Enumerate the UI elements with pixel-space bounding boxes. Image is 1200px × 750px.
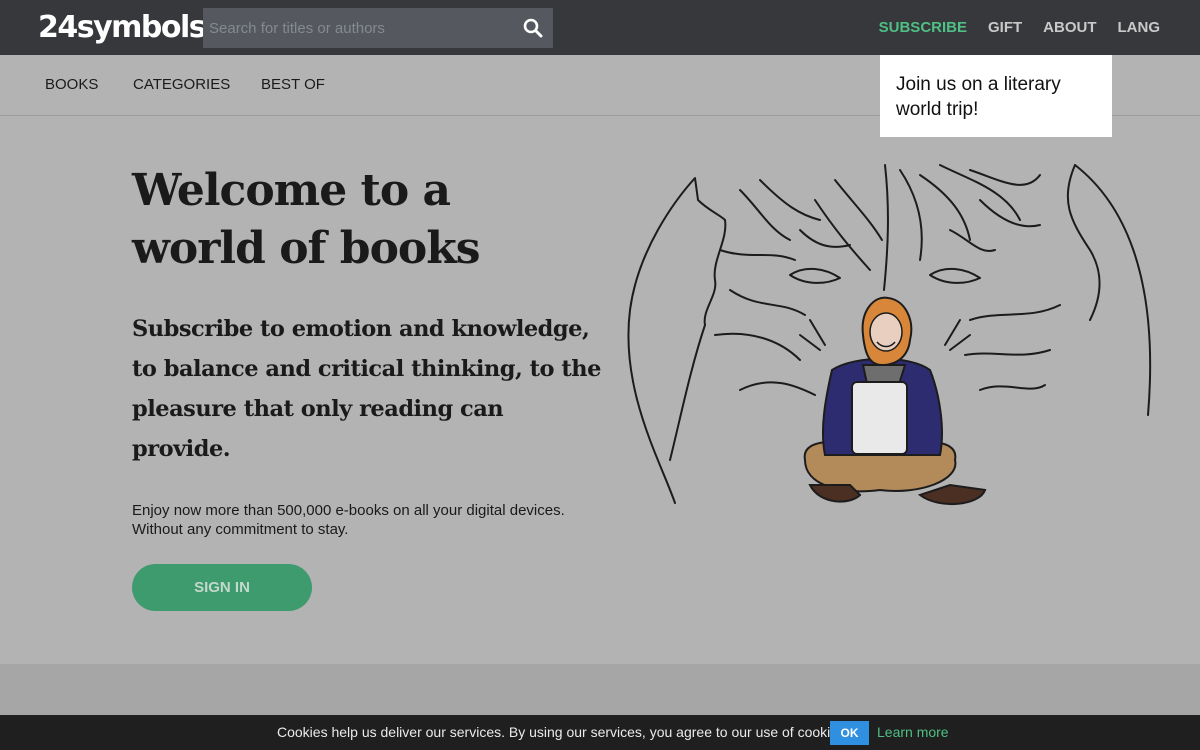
nav-about[interactable]: ABOUT [1043,19,1096,36]
hero-subtitle: Subscribe to emotion and knowledge, to b… [132,316,601,462]
cookie-bar: Cookies help us deliver our services. By… [0,715,1200,750]
site-logo[interactable]: 24symbols [38,10,207,46]
search-icon[interactable] [523,18,543,38]
nav-subscribe[interactable]: SUBSCRIBE [879,19,967,36]
dragon-reader-illustration [627,164,1152,506]
subnav-best-of[interactable]: BEST OF [261,76,325,93]
cookie-ok-button[interactable]: OK [830,721,869,745]
hero-description: Enjoy now more than 500,000 e-books on a… [132,501,612,539]
top-nav: SUBSCRIBE GIFT ABOUT LANG [879,0,1160,55]
hero-title: Welcome to a world of books [132,165,481,274]
cookie-message: Cookies help us deliver our services. By… [277,724,849,740]
subnav-categories[interactable]: CATEGORIES [133,76,230,93]
hero-description-line1: Enjoy now more than 500,000 e-books on a… [132,502,565,519]
hero-description-line2: Without any commitment to stay. [132,521,349,538]
sign-in-button[interactable]: SIGN IN [132,564,312,611]
search-box [203,8,553,48]
top-bar: 24symbols SUBSCRIBE GIFT ABOUT LANG [0,0,1200,55]
nav-gift[interactable]: GIFT [988,19,1022,36]
subnav-books[interactable]: BOOKS [45,76,98,93]
subscribe-tooltip: Join us on a literary world trip! [880,55,1112,137]
reading-person [803,296,987,506]
cookie-learn-more-link[interactable]: Learn more [877,724,949,740]
search-input[interactable] [203,8,503,48]
nav-lang[interactable]: LANG [1118,19,1161,36]
